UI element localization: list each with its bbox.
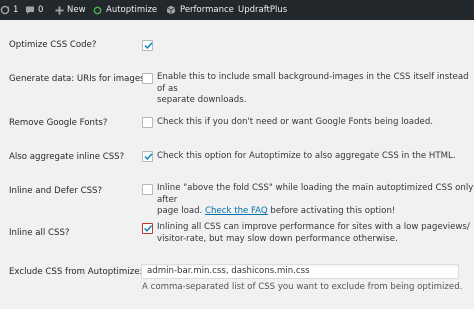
updates-menu[interactable]: 1 xyxy=(0,0,18,20)
aggregate-inline-label: Also aggregate inline CSS? xyxy=(9,152,125,162)
exclude-css-label: Exclude CSS from Autoptimize: xyxy=(9,267,143,277)
data-uris-desc-line1: Enable this to include small background-… xyxy=(157,72,469,94)
comment-icon xyxy=(25,5,35,15)
inline-all-label: Inline all CSS? xyxy=(9,228,70,238)
updates-icon xyxy=(0,5,10,15)
inline-all-desc-line2: visitor-rate, but may slow down performa… xyxy=(157,233,398,244)
google-fonts-checkbox[interactable] xyxy=(142,117,153,128)
cube-icon xyxy=(166,5,176,15)
inline-defer-label: Inline and Defer CSS? xyxy=(9,186,103,196)
comments-menu[interactable]: 0 xyxy=(25,0,43,20)
checkmark-icon xyxy=(144,42,153,50)
faq-link[interactable]: Check the FAQ xyxy=(205,206,268,216)
new-label: New xyxy=(67,5,86,15)
admin-bar: 1 0 New Autoptimize Performance UpdraftP… xyxy=(0,0,474,20)
checkmark-icon xyxy=(144,225,153,232)
inline-all-desc-line1: Inlining all CSS can improve performance… xyxy=(157,222,470,232)
inline-defer-desc-pre: page load. xyxy=(157,206,206,216)
plus-icon xyxy=(55,6,64,15)
performance-menu[interactable]: Performance xyxy=(166,0,234,20)
updraftplus-label: UpdraftPlus xyxy=(238,5,288,15)
aggregate-inline-description: Check this option for Autoptimize to als… xyxy=(157,151,456,161)
updates-count: 1 xyxy=(13,5,19,15)
google-fonts-description: Check this if you don't need or want Goo… xyxy=(157,117,434,127)
inline-defer-desc-line1: Inline "above the fold CSS" while loadin… xyxy=(157,183,474,205)
status-circle-icon xyxy=(93,6,102,15)
data-uris-desc-line2: separate downloads. xyxy=(157,95,247,105)
new-content-menu[interactable]: New xyxy=(55,0,86,20)
optimize-css-checkbox[interactable] xyxy=(142,40,153,51)
autoptimize-menu[interactable]: Autoptimize xyxy=(93,0,157,20)
inline-defer-desc-post: before activating this option! xyxy=(267,206,396,216)
inline-all-checkbox[interactable] xyxy=(142,223,153,234)
inline-defer-desc-line2: page load. Check the FAQ before activati… xyxy=(157,206,474,218)
performance-label: Performance xyxy=(180,5,234,15)
aggregate-inline-checkbox[interactable] xyxy=(142,151,153,162)
data-uris-label: Generate data: URIs for images? xyxy=(9,74,150,84)
comments-count: 0 xyxy=(38,5,44,15)
exclude-css-help: A comma-separated list of CSS you want t… xyxy=(142,282,463,292)
inline-defer-description: Inline "above the fold CSS" while loadin… xyxy=(157,183,474,218)
data-uris-description: Enable this to include small background-… xyxy=(157,72,474,107)
checkmark-icon xyxy=(144,153,153,161)
autoptimize-label: Autoptimize xyxy=(106,5,158,15)
optimize-css-label: Optimize CSS Code? xyxy=(9,40,97,50)
exclude-css-input[interactable]: admin-bar.min.css, dashicons.min.css xyxy=(141,264,459,279)
updraftplus-menu[interactable]: UpdraftPlus xyxy=(238,0,287,20)
inline-all-description: Inlining all CSS can improve performance… xyxy=(157,222,470,245)
data-uris-checkbox[interactable] xyxy=(142,73,153,84)
inline-defer-checkbox[interactable] xyxy=(142,184,153,195)
google-fonts-label: Remove Google Fonts? xyxy=(9,118,108,128)
